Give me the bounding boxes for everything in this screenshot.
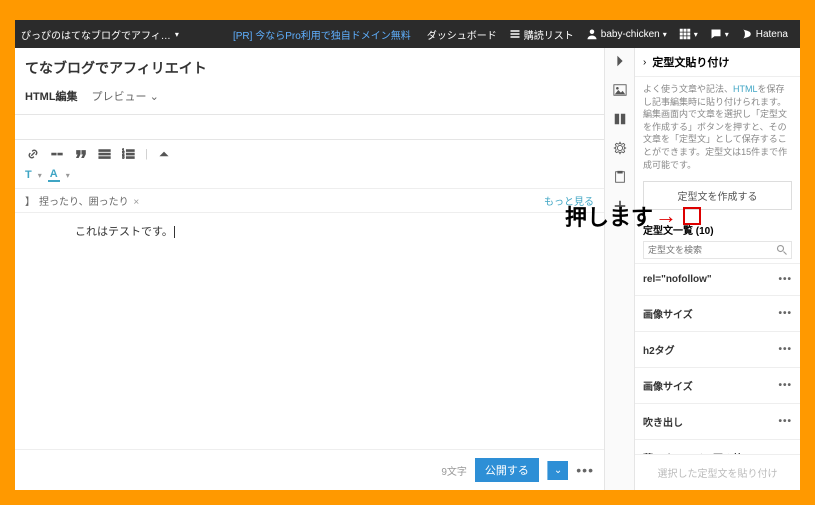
item-menu-icon[interactable]: ••• <box>778 274 792 285</box>
chevron-right-icon[interactable]: › <box>643 57 646 68</box>
app-window: ぴっぴのはてなブログでアフィ… ▾ [PR] 今ならPro利用で独自ドメイン無料… <box>15 20 800 490</box>
user-icon <box>586 28 598 40</box>
collapse-up-icon[interactable] <box>156 146 172 162</box>
nav-readlist[interactable]: 購読リスト <box>509 27 574 42</box>
nav-user[interactable]: baby-chicken ▾ <box>586 28 667 40</box>
template-item[interactable]: 画像サイズ••• <box>635 296 800 332</box>
editor-footer: 9文字 公開する ⌄ ••• <box>15 449 604 490</box>
chevron-down-icon: ▾ <box>663 30 667 39</box>
gear-icon[interactable] <box>613 141 627 160</box>
nav-dashboard[interactable]: ダッシュボード <box>427 27 497 42</box>
template-item[interactable]: rel="nofollow"••• <box>635 264 800 296</box>
nav-brand[interactable]: Hatena <box>741 28 788 40</box>
search-input[interactable] <box>644 242 791 258</box>
item-menu-icon[interactable]: ••• <box>778 380 792 391</box>
topbar: ぴっぴのはてなブログでアフィ… ▾ [PR] 今ならPro利用で独自ドメイン無料… <box>15 20 800 48</box>
close-icon[interactable]: × <box>133 197 139 208</box>
category-tag[interactable]: 捏ったり、囲ったり × <box>39 193 139 208</box>
publish-button[interactable]: 公開する <box>475 458 539 482</box>
chevron-down-icon: ▾ <box>38 171 42 180</box>
categories-more-link[interactable]: もっと見る <box>544 193 594 208</box>
editor-body[interactable]: これはテストです。 <box>15 213 604 449</box>
more-actions-button[interactable]: ••• <box>576 462 594 478</box>
link-icon[interactable] <box>25 146 41 162</box>
image-icon[interactable] <box>613 83 627 102</box>
category-row: 】 捏ったり、囲ったり × もっと見る <box>15 188 604 213</box>
hatena-icon <box>741 28 753 40</box>
item-menu-icon[interactable]: ••• <box>778 344 792 355</box>
book-icon[interactable] <box>613 112 627 131</box>
nav-chat[interactable]: ▾ <box>710 28 729 40</box>
template-search[interactable] <box>643 241 792 259</box>
template-item[interactable]: 吹き出し••• <box>635 404 800 440</box>
chevron-right-icon[interactable] <box>613 54 627 73</box>
search-icon[interactable] <box>776 244 788 259</box>
tool-rail <box>605 48 635 490</box>
tab-html-edit[interactable]: HTML編集 <box>25 88 78 108</box>
template-item[interactable]: h2タグ••• <box>635 332 800 368</box>
title-dropdown-caret[interactable]: ▾ <box>175 30 179 39</box>
list-icon <box>509 28 521 40</box>
blog-title[interactable]: ぴっぴのはてなブログでアフィ… <box>21 27 171 42</box>
panel-title: 定型文貼り付け <box>652 54 729 70</box>
chat-icon <box>710 28 722 40</box>
template-list: rel="nofollow"••• 画像サイズ••• h2タグ••• 画像サイズ… <box>635 263 800 454</box>
plus-icon[interactable] <box>613 199 627 218</box>
list-icon[interactable] <box>97 146 113 162</box>
clipboard-icon[interactable] <box>613 170 627 189</box>
create-template-button[interactable]: 定型文を作成する <box>643 181 792 210</box>
page-title: てなブログでアフィリエイト <box>25 58 594 78</box>
pr-link[interactable]: [PR] 今ならPro利用で独自ドメイン無料 <box>233 27 411 42</box>
item-menu-icon[interactable]: ••• <box>778 416 792 427</box>
panel-description: よく使う文章や記法、HTMLを保存し記事編集時に貼り付けられます。編集画面内で文… <box>635 77 800 177</box>
font-color-button[interactable]: A <box>48 168 60 182</box>
nav-apps[interactable]: ▾ <box>679 28 698 40</box>
readmore-icon[interactable] <box>49 146 65 162</box>
chevron-down-icon: ⌄ <box>554 465 562 476</box>
category-icon[interactable]: 】 <box>25 193 35 208</box>
template-list-heading: 定型文一覧 (10) <box>635 214 800 241</box>
chevron-down-icon: ▾ <box>66 171 70 180</box>
template-panel: › 定型文貼り付け よく使う文章や記法、HTMLを保存し記事編集時に貼り付けられ… <box>635 48 800 490</box>
item-menu-icon[interactable]: ••• <box>778 308 792 319</box>
template-item[interactable]: 画像サイズ••• <box>635 368 800 404</box>
format-toolbar: 123 | <box>15 140 604 168</box>
chevron-down-icon: ▾ <box>694 30 698 39</box>
numbered-list-icon[interactable]: 123 <box>121 146 137 162</box>
text-style-button[interactable]: T <box>25 169 32 181</box>
chevron-down-icon: ⌄ <box>150 91 159 103</box>
title-input[interactable] <box>15 114 604 140</box>
editor-pane: てなブログでアフィリエイト HTML編集 プレビュー ⌄ 123 | <box>15 48 605 490</box>
chevron-down-icon: ▾ <box>725 30 729 39</box>
template-item[interactable]: 薄いオレンジの囲み枠••• <box>635 440 800 454</box>
publish-dropdown[interactable]: ⌄ <box>547 461 568 480</box>
char-count: 9文字 <box>441 463 467 478</box>
tab-preview[interactable]: プレビュー ⌄ <box>92 88 159 108</box>
grid-icon <box>679 28 691 40</box>
paste-selected-button[interactable]: 選択した定型文を貼り付け <box>635 454 800 490</box>
svg-text:3: 3 <box>122 154 125 159</box>
quote-icon[interactable] <box>73 146 89 162</box>
